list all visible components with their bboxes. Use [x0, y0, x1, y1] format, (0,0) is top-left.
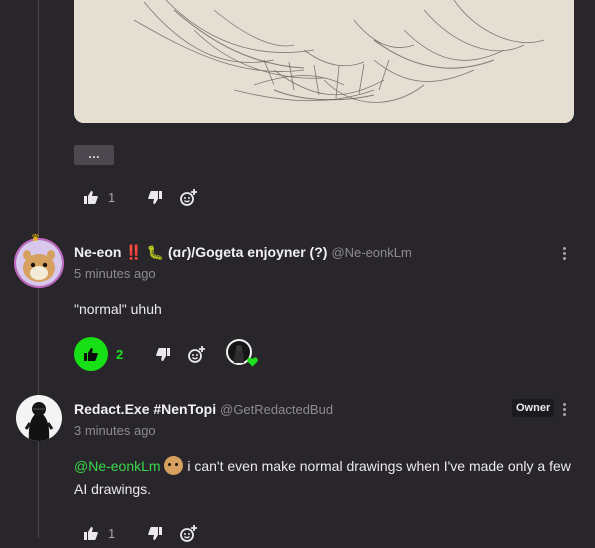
heart-icon	[247, 357, 258, 367]
expand-more-button[interactable]: …	[74, 145, 114, 165]
crown-icon: ♛	[31, 233, 40, 244]
comment-timestamp[interactable]: 5 minutes ago	[74, 266, 156, 281]
add-reaction-button[interactable]	[172, 182, 206, 212]
thumbs-down-icon	[156, 347, 170, 361]
thumbs-up-icon	[84, 190, 98, 204]
kebab-menu-icon[interactable]	[559, 399, 569, 419]
like-count: 1	[108, 189, 116, 205]
avatar[interactable]	[14, 238, 64, 288]
comment-timestamp[interactable]: 3 minutes ago	[74, 423, 156, 438]
mention-link[interactable]: @Ne-eonkLm	[74, 458, 161, 474]
like-button[interactable]	[74, 182, 108, 212]
author-name: Redact.Exe #NenTopi	[74, 401, 217, 417]
author-handle: @GetRedactedBud	[220, 402, 334, 417]
avatar[interactable]	[16, 395, 62, 441]
owner-badge: Owner	[512, 399, 555, 417]
comment-action-bar: 1	[74, 518, 206, 548]
post-image[interactable]	[74, 0, 574, 123]
like-count: 1	[108, 525, 116, 541]
dislike-button[interactable]	[146, 339, 180, 369]
author-handle: @Ne-eonkLm	[331, 245, 412, 260]
dislike-button[interactable]	[138, 518, 172, 548]
author-name: Ne-eon ‼️ 🐛 (ɑɾ)/Gogeta enjoyner (?)	[74, 244, 328, 260]
add-reaction-button[interactable]	[172, 518, 206, 548]
mention-avatar-emoji	[164, 456, 184, 475]
comment-action-bar: 2	[74, 336, 258, 372]
comment-text: "normal" uhuh	[74, 301, 162, 317]
comment-author[interactable]: Ne-eon ‼️ 🐛 (ɑɾ)/Gogeta enjoyner (?) @Ne-…	[74, 244, 412, 261]
comment-author[interactable]: Redact.Exe #NenTopi @GetRedactedBud	[74, 401, 333, 417]
kebab-menu-icon[interactable]	[559, 243, 569, 263]
add-reaction-icon	[180, 524, 197, 542]
post-action-bar: 1	[74, 182, 206, 212]
like-count: 2	[116, 346, 124, 362]
like-button[interactable]	[74, 518, 108, 548]
add-reaction-icon	[180, 188, 197, 206]
add-reaction-icon	[188, 345, 205, 363]
creator-heart-badge	[226, 339, 258, 369]
thumbs-up-icon	[84, 347, 98, 361]
thumbs-down-icon	[148, 190, 162, 204]
add-reaction-button[interactable]	[180, 339, 214, 369]
dislike-button[interactable]	[138, 182, 172, 212]
comment-text: @Ne-eonkLm i can't even make normal draw…	[74, 455, 574, 501]
like-button[interactable]	[74, 337, 108, 371]
